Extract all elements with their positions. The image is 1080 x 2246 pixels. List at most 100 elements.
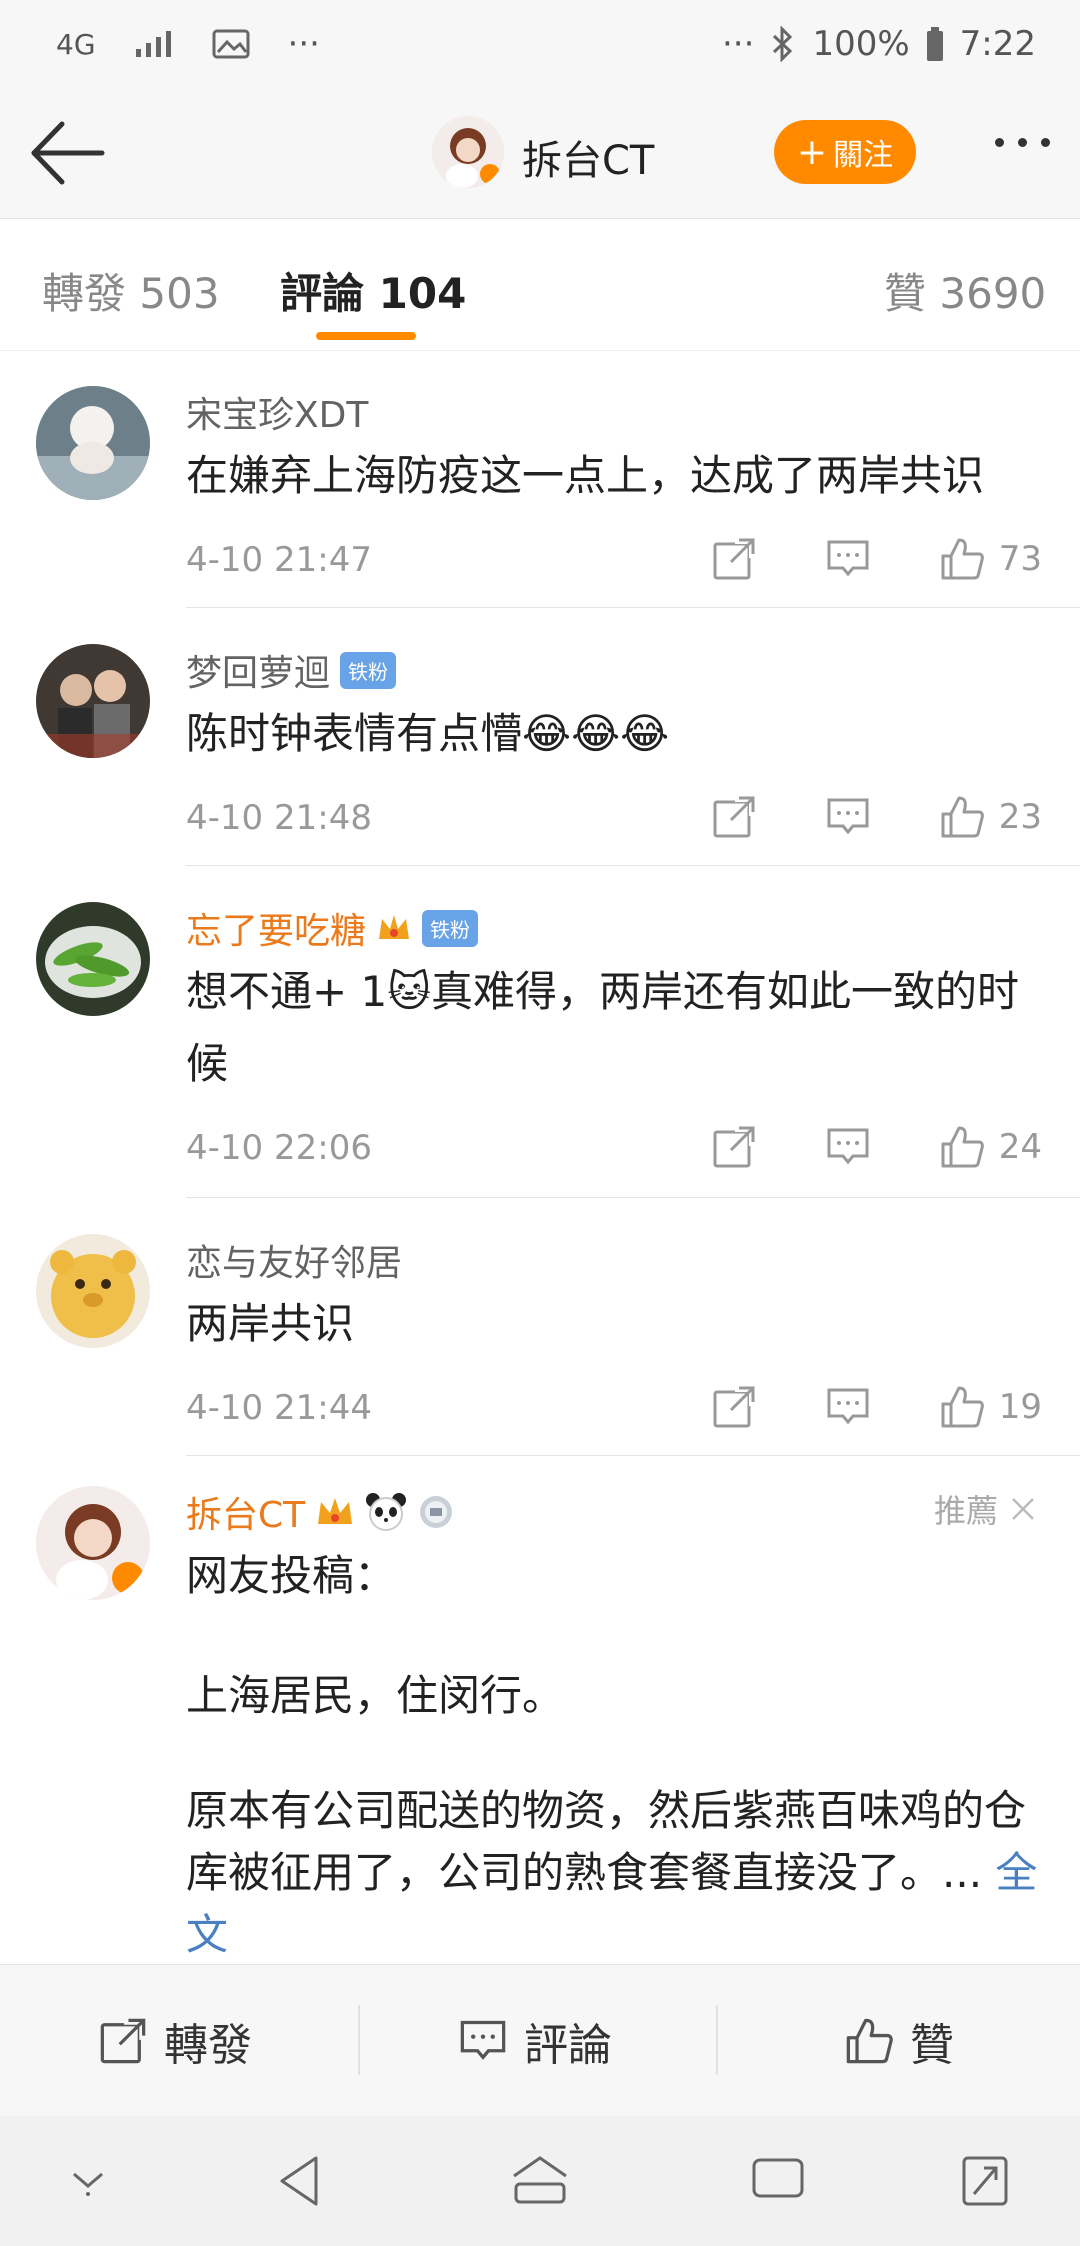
comment-item: 宋宝珍XDT 在嫌弃上海防疫这一点上，达成了两岸共识 4-10 21:47 73 [0,350,1080,608]
like-count: 73 [998,539,1042,579]
divider [716,2005,718,2075]
tab-like[interactable]: 贊 3690 [884,260,1046,321]
more-options-icon[interactable] [995,138,1050,147]
more-status-dots: ··· [287,24,320,64]
post-author-name[interactable]: 拆台CT [186,1486,305,1538]
comment-time: 4-10 21:48 [186,798,372,838]
comment-actions: 73 [643,536,1042,582]
network-indicator: 4G [56,27,96,61]
bottom-action-bar: 轉發 評論 贊 [0,1964,1080,2117]
author-avatar-icon [36,1486,150,1600]
system-nav-bar [0,2116,1080,2246]
share-icon[interactable] [711,794,757,840]
share-icon [100,2016,148,2064]
commenter-avatar[interactable] [36,644,150,758]
share-icon[interactable] [711,1124,757,1170]
reply-icon[interactable] [825,1384,871,1430]
commenter-name-row: 忘了要吃糖 铁粉 [186,902,479,954]
recommended-post: 拆台CT 推薦 网友投稿： 上海居民，住闵行。 原本有公司配送的物资，然后紫燕百… [0,1456,1080,1966]
medal-icon [420,1496,453,1528]
bluetooth-icon [773,26,793,62]
comment-text: 在嫌弃上海防疫这一点上，达成了两岸共识 [186,451,985,500]
repost-label: 轉發 [164,2020,252,2071]
recent-apps-icon[interactable] [750,2154,806,2202]
commenter-avatar[interactable] [36,386,150,500]
tab-repost-count: 503 [139,269,220,318]
status-bar: 4G ··· ··· 100% 7:22 [0,0,1080,92]
commenter-avatar[interactable] [36,1234,150,1348]
commenter-name[interactable]: 宋宝珍XDT [186,386,368,438]
repost-button[interactable]: 轉發 [98,2009,252,2073]
commenter-name-row: 梦回萝迴 铁粉 [186,644,397,696]
post-line-1: 网友投稿： [186,1551,397,1600]
fan-badge: 铁粉 [422,909,479,947]
signal-icon [135,31,171,57]
dog-photo-icon [36,386,150,500]
panda-icon [366,1493,407,1531]
rotate-screen-icon[interactable] [960,2154,1010,2208]
author-name[interactable]: 拆台CT [522,128,654,186]
recommend-tag: 推薦 [934,1486,1036,1532]
like-count: 19 [998,1387,1042,1427]
tab-like-count: 3690 [939,269,1047,318]
battery-percent: 100% [812,24,910,64]
like-icon[interactable] [939,1384,985,1430]
post-author-row: 拆台CT [186,1486,455,1538]
comment-text: 想不通+ 1🐱真难得，两岸还有如此一致的时候 [186,967,1020,1088]
post-author-avatar[interactable] [36,1486,150,1600]
tab-like-label: 贊 [884,269,927,318]
tab-comment-count: 104 [378,269,467,318]
close-icon[interactable] [1010,1496,1036,1522]
tab-bar: 轉發 503 評論 104 贊 3690 [0,218,1080,351]
reply-icon[interactable] [825,1124,871,1170]
recommend-label: 推薦 [933,1492,998,1530]
comment-item: 忘了要吃糖 铁粉 想不通+ 1🐱真难得，两岸还有如此一致的时候 4-10 22:… [0,866,1080,1198]
battery-icon [926,27,943,61]
like-icon[interactable] [939,1124,985,1170]
like-button[interactable]: 贊 [844,2009,954,2073]
comment-item: 恋与友好邻居 两岸共识 4-10 21:44 19 [0,1198,1080,1456]
crown-icon [318,1498,353,1524]
like-icon [846,2018,893,2064]
commenter-name[interactable]: 恋与友好邻居 [186,1234,402,1286]
commenter-name[interactable]: 忘了要吃糖 [186,902,366,954]
comment-item: 梦回萝迴 铁粉 陈时钟表情有点懵😂😂😂 4-10 21:48 23 [0,608,1080,866]
reply-icon[interactable] [825,794,871,840]
comment-time: 4-10 22:06 [186,1128,372,1168]
bear-photo-icon [36,1234,150,1348]
back-icon[interactable] [276,2154,324,2208]
back-arrow-icon[interactable] [28,118,108,188]
tab-comment-label: 評論 [280,269,365,318]
tab-repost-label: 轉發 [42,269,127,318]
author-avatar[interactable] [432,116,504,188]
home-icon[interactable] [510,2154,570,2206]
comment-actions: 19 [643,1384,1042,1430]
commenter-avatar[interactable] [36,902,150,1016]
fan-badge: 铁粉 [340,651,397,689]
share-icon[interactable] [711,1384,757,1430]
comment-time: 4-10 21:47 [186,540,372,580]
reply-icon[interactable] [825,536,871,582]
edamame-photo-icon [36,902,150,1016]
like-count: 23 [998,797,1042,837]
comment-button[interactable]: 評論 [458,2009,612,2073]
commenter-name[interactable]: 梦回萝迴 [186,644,330,696]
comment-text: 两岸共识 [186,1299,355,1348]
like-icon[interactable] [939,536,985,582]
like-label: 贊 [910,2020,954,2071]
crown-icon [379,915,410,939]
follow-label: 關注 [833,138,894,173]
divider [358,2005,360,2075]
hide-keyboard-icon[interactable] [64,2154,112,2202]
tab-repost[interactable]: 轉發 503 [42,260,220,321]
clock: 7:22 [959,24,1036,64]
share-icon[interactable] [711,536,757,582]
top-navbar: 拆台CT + 關注 [0,92,1080,219]
follow-button[interactable]: + 關注 [774,120,916,184]
like-count: 24 [998,1127,1042,1167]
author-avatar-icon [432,116,504,188]
like-icon[interactable] [939,794,985,840]
tab-comment[interactable]: 評論 104 [280,260,466,321]
post-line-3: 原本有公司配送的物资，然后紫燕百味鸡的仓库被征用了，公司的熟食套餐直接没了。..… [186,1786,1027,1897]
people-photo-icon [36,644,150,758]
